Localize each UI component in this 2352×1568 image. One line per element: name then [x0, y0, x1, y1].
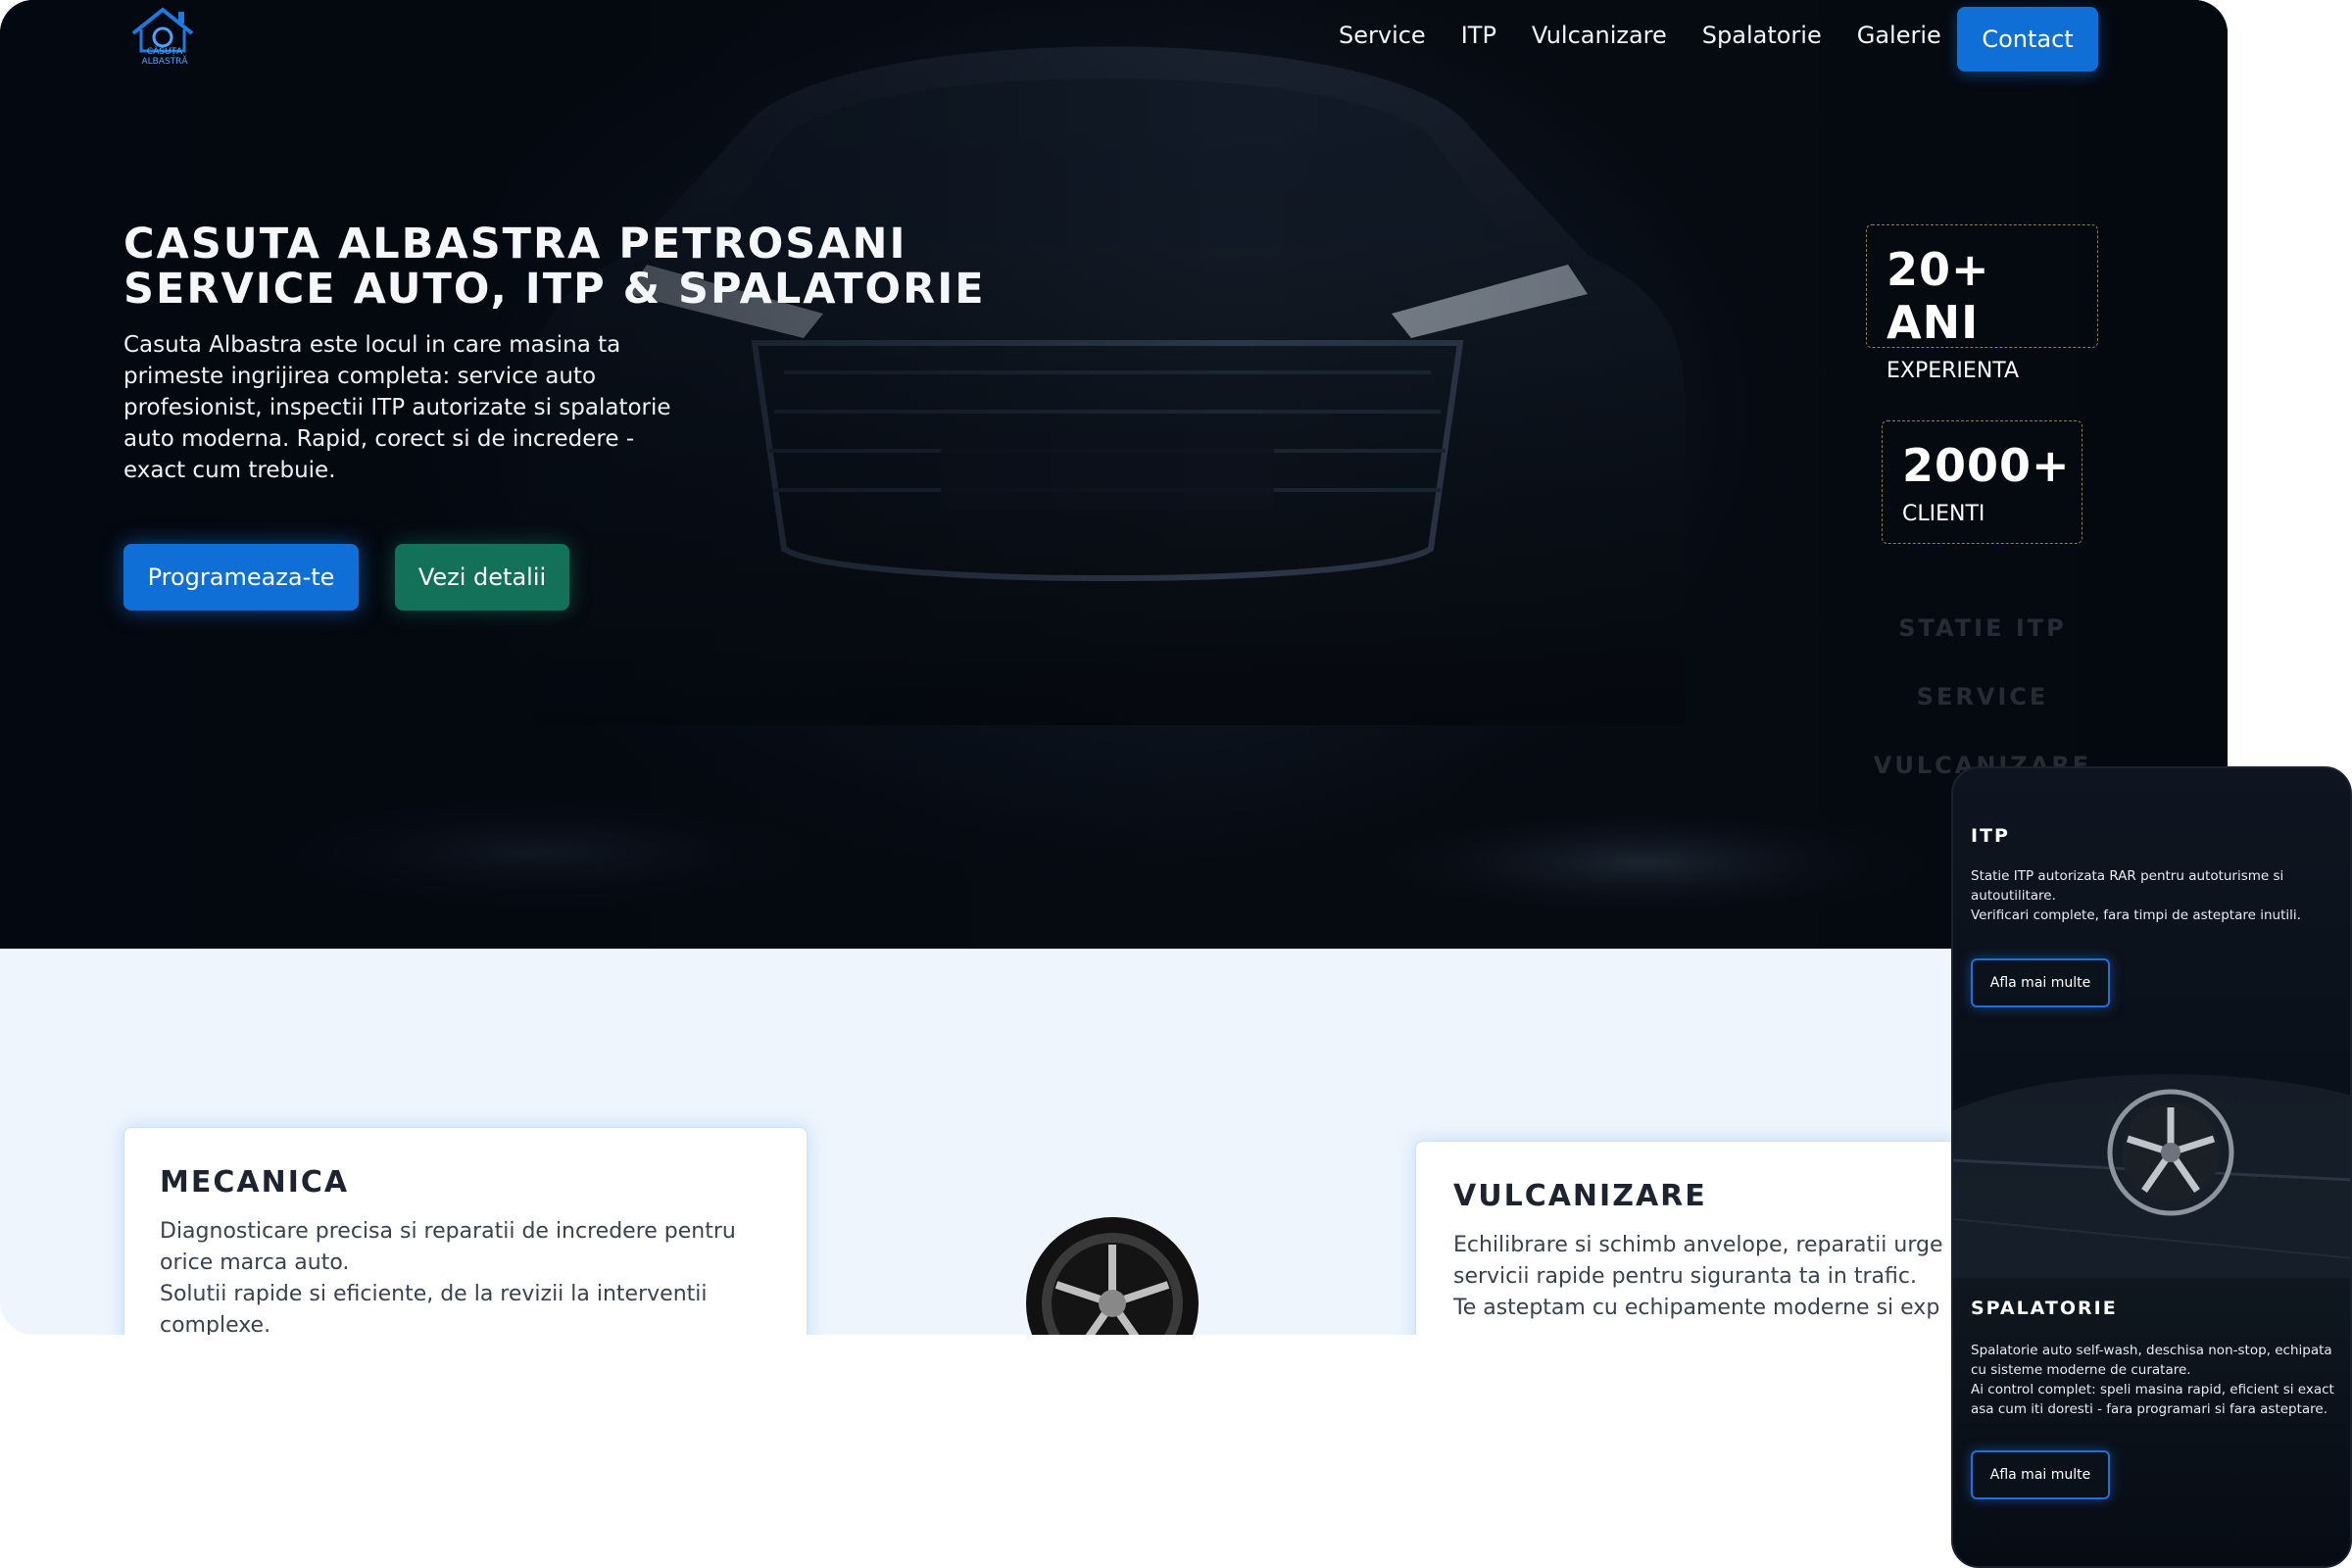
stat-experience-value: 20+ ANI [1886, 243, 1990, 349]
card-vulcanizare-title: VULCANIZARE [1453, 1179, 1707, 1213]
book-appointment-button[interactable]: Programeaza-te [123, 544, 359, 611]
nav-link-vulcanizare[interactable]: Vulcanizare [1532, 22, 1667, 49]
card-mecanica-line2: Solutii rapide si eficiente, de la reviz… [160, 1282, 708, 1335]
hero-title: CASUTA ALBASTRA PETROSANI SERVICE AUTO, … [123, 221, 986, 312]
hero-section: CĂSUȚA ALBASTRĂ Service ITP Vulcanizare … [0, 0, 2228, 949]
nav-link-itp[interactable]: ITP [1461, 22, 1496, 49]
nav-link-spalatorie[interactable]: Spalatorie [1702, 22, 1822, 49]
mobile-itp-text: Statie ITP autorizata RAR pentru autotur… [1971, 866, 2343, 925]
hero-title-line1: CASUTA ALBASTRA PETROSANI [123, 220, 907, 269]
hero-title-line2: SERVICE AUTO, ITP & SPALATORIE [123, 265, 986, 314]
mobile-itp-learn-more-button[interactable]: Afla mai multe [1971, 958, 2110, 1007]
nav-link-galerie[interactable]: Galerie [1857, 22, 1941, 49]
mobile-spalatorie-text: Spalatorie auto self-wash, deschisa non-… [1971, 1341, 2343, 1419]
card-mecanica-title: MECANICA [160, 1165, 350, 1200]
wheel-icon [1026, 1217, 1199, 1335]
logo-text: CĂSUȚA ALBASTRĂ [141, 47, 188, 67]
mobile-spalatorie-title: SPALATORIE [1971, 1298, 2118, 1319]
stat-clients-label: CLIENTI [1902, 502, 1985, 526]
stat-clients: 2000+ CLIENTI [1882, 420, 2082, 544]
mobile-itp-line2: Verificari complete, fara timpi de astep… [1971, 907, 2301, 923]
hero-description: Casuta Albastra este locul in care masin… [123, 332, 671, 483]
mobile-itp-title: ITP [1971, 825, 2010, 847]
stat-experience-label: EXPERIENTA [1886, 359, 2020, 383]
main-nav: Service ITP Vulcanizare Spalatorie Galer… [1339, 22, 1977, 49]
contact-button[interactable]: Contact [1957, 7, 2098, 72]
desktop-page: CĂSUȚA ALBASTRĂ Service ITP Vulcanizare … [0, 0, 2228, 1335]
card-vulcanizare-line2: servicii rapide pentru siguranta ta in t… [1453, 1264, 1917, 1289]
mobile-itp-line1: Statie ITP autorizata RAR pentru autotur… [1971, 868, 2284, 904]
card-vulcanizare-line1: Echilibrare si schimb anvelope, reparati… [1453, 1233, 1943, 1257]
card-mecanica: MECANICA Diagnosticare precisa si repara… [123, 1127, 808, 1335]
view-details-button[interactable]: Vezi detalii [395, 544, 569, 611]
card-vulcanizare-line3: Te asteptam cu echipamente moderne si ex… [1453, 1296, 1940, 1320]
card-mecanica-line1: Diagnosticare precisa si reparatii de in… [160, 1219, 736, 1275]
mobile-wheel-icon [2107, 1089, 2234, 1216]
mobile-spalatorie-line2: Ai control complet: speli masina rapid, … [1971, 1382, 2334, 1417]
ticker-service: SERVICE [1916, 683, 2049, 710]
mobile-spalatorie-learn-more-button[interactable]: Afla mai multe [1971, 1450, 2110, 1499]
ticker-statie-itp: STATIE ITP [1898, 614, 2067, 642]
mobile-preview: ITP Statie ITP autorizata RAR pentru aut… [1951, 766, 2352, 1568]
card-vulcanizare: VULCANIZARE Echilibrare si schimb anvelo… [1415, 1141, 1985, 1335]
mobile-spalatorie-line1: Spalatorie auto self-wash, deschisa non-… [1971, 1343, 2332, 1378]
nav-link-service[interactable]: Service [1339, 22, 1426, 49]
stat-clients-value: 2000+ [1902, 439, 2071, 492]
card-vulcanizare-text: Echilibrare si schimb anvelope, reparati… [1453, 1230, 1963, 1324]
card-mecanica-text: Diagnosticare precisa si reparatii de in… [160, 1216, 777, 1335]
stat-experience: 20+ ANI EXPERIENTA [1866, 224, 2098, 383]
